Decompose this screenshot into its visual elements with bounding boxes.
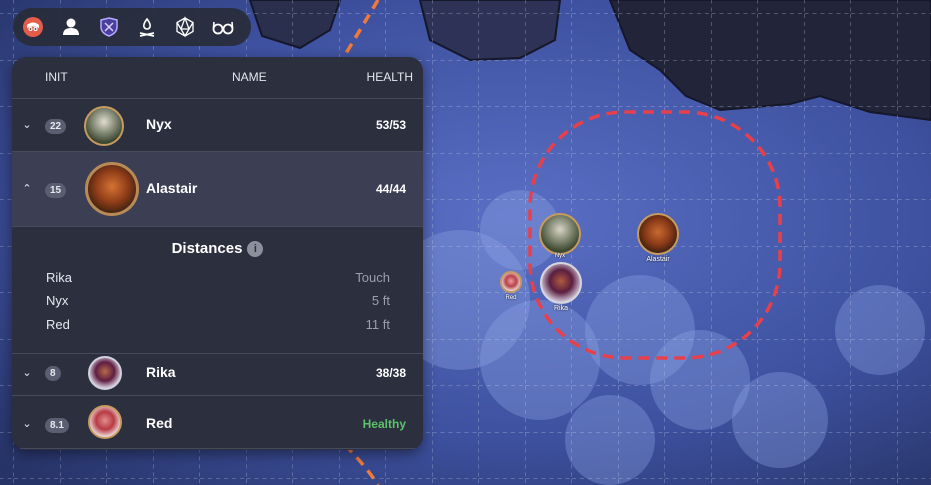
combatant-name: Alastair: [146, 180, 198, 196]
token-nyx[interactable]: Nyx: [537, 213, 583, 265]
token-avatar: [637, 213, 679, 255]
token-label: Nyx: [554, 253, 566, 259]
chevron-down-icon[interactable]: ⌄: [22, 118, 32, 131]
initiative-panel: INIT NAME HEALTH ⌄ 22 Nyx 53/53 ⌃ 15 Ala…: [12, 57, 423, 450]
shield-swords-icon[interactable]: [93, 11, 125, 43]
health-value[interactable]: 53/53: [376, 118, 406, 132]
combatant-name: Rika: [146, 364, 176, 380]
column-name: NAME: [232, 70, 267, 84]
initiative-row-rika[interactable]: ⌄ 8 Rika 38/38: [12, 354, 423, 396]
token-rika[interactable]: Rika: [538, 262, 584, 316]
initiative-row-alastair[interactable]: ⌃ 15 Alastair 44/44: [12, 152, 423, 227]
column-health: HEALTH: [366, 70, 413, 84]
owlbear-logo-icon[interactable]: [17, 11, 49, 43]
info-icon[interactable]: i: [247, 241, 264, 257]
token-avatar: [500, 271, 522, 293]
combatant-name: Nyx: [146, 116, 172, 132]
campfire-icon[interactable]: [131, 11, 163, 43]
avatar: [85, 162, 139, 216]
token-avatar: [539, 213, 581, 255]
distance-value: 11 ft: [365, 317, 390, 332]
initiative-value[interactable]: 15: [45, 183, 67, 198]
tool-bar: [13, 8, 251, 46]
glasses-icon[interactable]: [207, 11, 239, 43]
distances-title: Distances i: [12, 240, 423, 257]
initiative-header: INIT NAME HEALTH: [12, 57, 423, 99]
avatar: [84, 106, 124, 146]
distance-value: 5 ft: [371, 293, 390, 308]
chevron-down-icon[interactable]: ⌄: [22, 366, 32, 379]
health-status[interactable]: Healthy: [363, 417, 406, 431]
initiative-value[interactable]: 8: [45, 366, 61, 381]
token-label: Rika: [553, 305, 568, 312]
avatar: [88, 405, 122, 439]
avatar: [88, 356, 122, 390]
distance-name: Rika: [46, 270, 73, 285]
token-label: Alastair: [646, 256, 670, 263]
distance-name: Nyx: [46, 293, 69, 308]
distance-value: Touch: [355, 270, 390, 285]
chevron-up-icon[interactable]: ⌃: [22, 182, 32, 195]
column-init: INIT: [45, 70, 68, 84]
combatant-name: Red: [146, 415, 173, 431]
initiative-value[interactable]: 22: [45, 119, 67, 134]
initiative-row-nyx[interactable]: ⌄ 22 Nyx 53/53: [12, 99, 423, 152]
token-label: Red: [505, 295, 517, 301]
distances-section: Distances i Rika Touch Nyx 5 ft Red 11 ft: [12, 227, 423, 354]
player-icon[interactable]: [55, 11, 87, 43]
initiative-row-red[interactable]: ⌄ 8.1 Red Healthy: [12, 396, 423, 449]
health-value[interactable]: 38/38: [376, 366, 406, 380]
token-red[interactable]: Red: [497, 271, 525, 305]
token-avatar: [540, 262, 582, 304]
chevron-down-icon[interactable]: ⌄: [22, 417, 32, 430]
d20-dice-icon[interactable]: [169, 11, 201, 43]
initiative-value[interactable]: 8.1: [45, 418, 69, 433]
health-value[interactable]: 44/44: [376, 182, 406, 196]
token-alastair[interactable]: Alastair: [633, 213, 683, 265]
distance-name: Red: [46, 317, 70, 332]
